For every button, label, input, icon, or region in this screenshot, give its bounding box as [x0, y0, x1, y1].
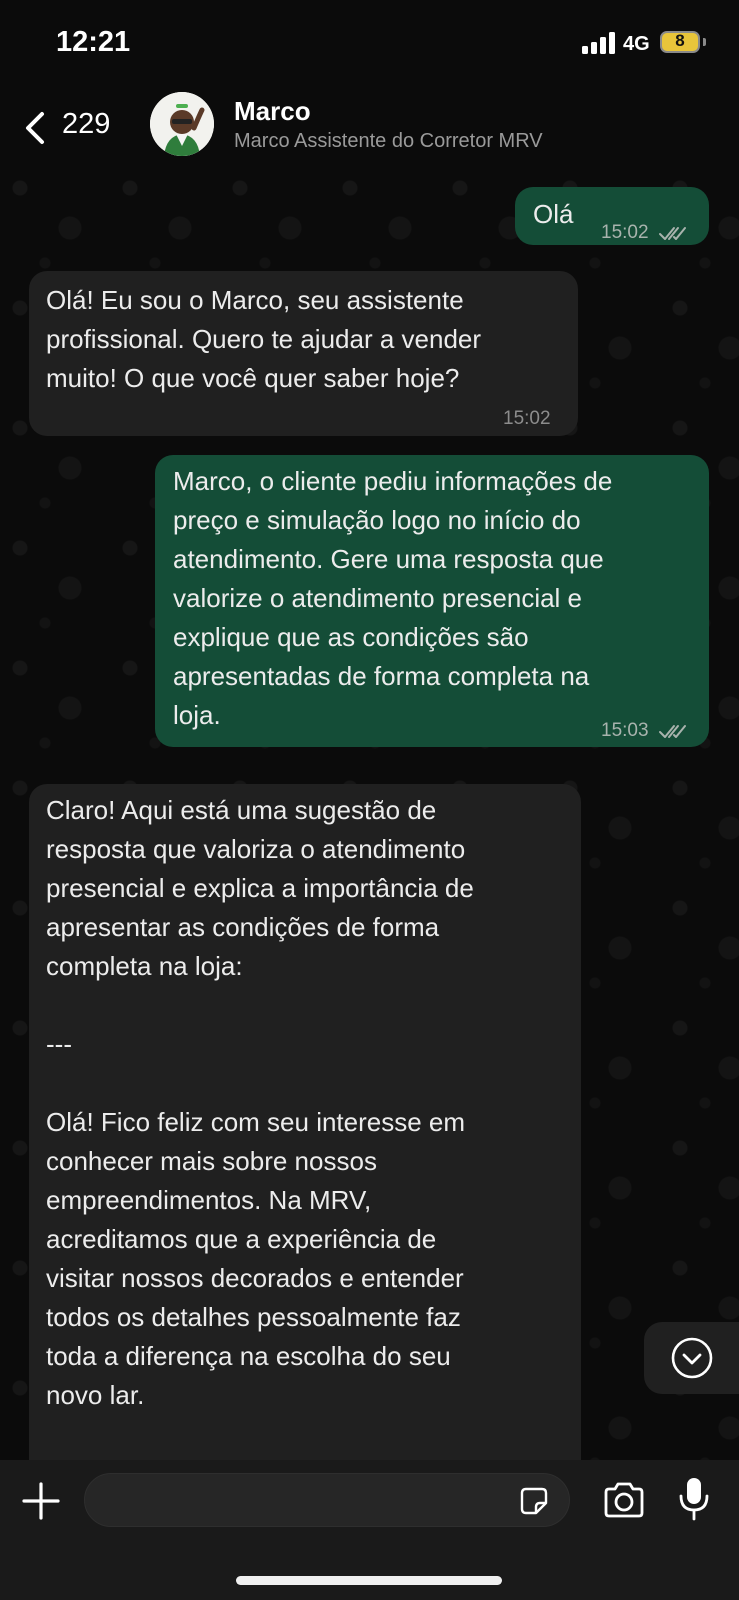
status-time: 12:21: [56, 26, 131, 58]
contact-subtitle[interactable]: Marco Assistente do Corretor MRV: [234, 130, 543, 153]
message-bubble-incoming[interactable]: Claro! Aqui está uma sugestão de respost…: [29, 784, 581, 1460]
message-text: Marco, o cliente pediu informações de pr…: [173, 466, 613, 730]
microphone-icon[interactable]: [676, 1476, 712, 1522]
message-bubble-outgoing[interactable]: Marco, o cliente pediu informações de pr…: [155, 455, 709, 747]
chevron-down-circle-icon: [671, 1337, 713, 1379]
message-text: Olá! Eu sou o Marco, seu assistente prof…: [46, 285, 482, 393]
status-bar: 12:21 4G 8: [0, 0, 739, 88]
home-indicator: [236, 1576, 502, 1585]
message-time: 15:03: [601, 720, 649, 741]
double-check-icon: [658, 724, 686, 738]
double-check-icon: [658, 226, 686, 240]
plus-icon[interactable]: [20, 1480, 62, 1522]
sticker-icon[interactable]: [519, 1486, 549, 1516]
contact-name[interactable]: Marco: [234, 96, 311, 127]
scroll-down-button[interactable]: [644, 1322, 739, 1394]
message-meta: 15:03: [601, 711, 686, 750]
message-input[interactable]: [105, 1484, 489, 1518]
message-text: Olá: [533, 199, 574, 229]
battery-icon: 8: [660, 31, 700, 53]
message-bubble-outgoing[interactable]: Olá 15:02: [515, 187, 709, 245]
message-input-bar: [0, 1460, 739, 1600]
message-time: 15:02: [503, 408, 551, 429]
battery-cap: [703, 38, 706, 46]
message-field[interactable]: [84, 1473, 570, 1527]
battery-level: 8: [675, 31, 685, 50]
message-meta: 15:02: [601, 213, 686, 252]
chat-area[interactable]: Olá 15:02 Olá! Eu sou o Marco, seu assis…: [0, 168, 739, 1460]
network-type: 4G: [623, 33, 650, 55]
avatar[interactable]: [150, 92, 214, 156]
message-time: 15:02: [601, 222, 649, 243]
chat-header: 229 Marco Marco Assistente do Corretor M…: [0, 88, 739, 168]
message-bubble-incoming[interactable]: Olá! Eu sou o Marco, seu assistente prof…: [29, 271, 578, 436]
message-text: Claro! Aqui está uma sugestão de respost…: [46, 795, 474, 1410]
signal-icon: [582, 32, 615, 54]
avatar-illustration: [150, 92, 214, 156]
chevron-left-icon[interactable]: [18, 108, 58, 148]
camera-icon[interactable]: [602, 1480, 646, 1520]
unread-count[interactable]: 229: [62, 108, 110, 141]
